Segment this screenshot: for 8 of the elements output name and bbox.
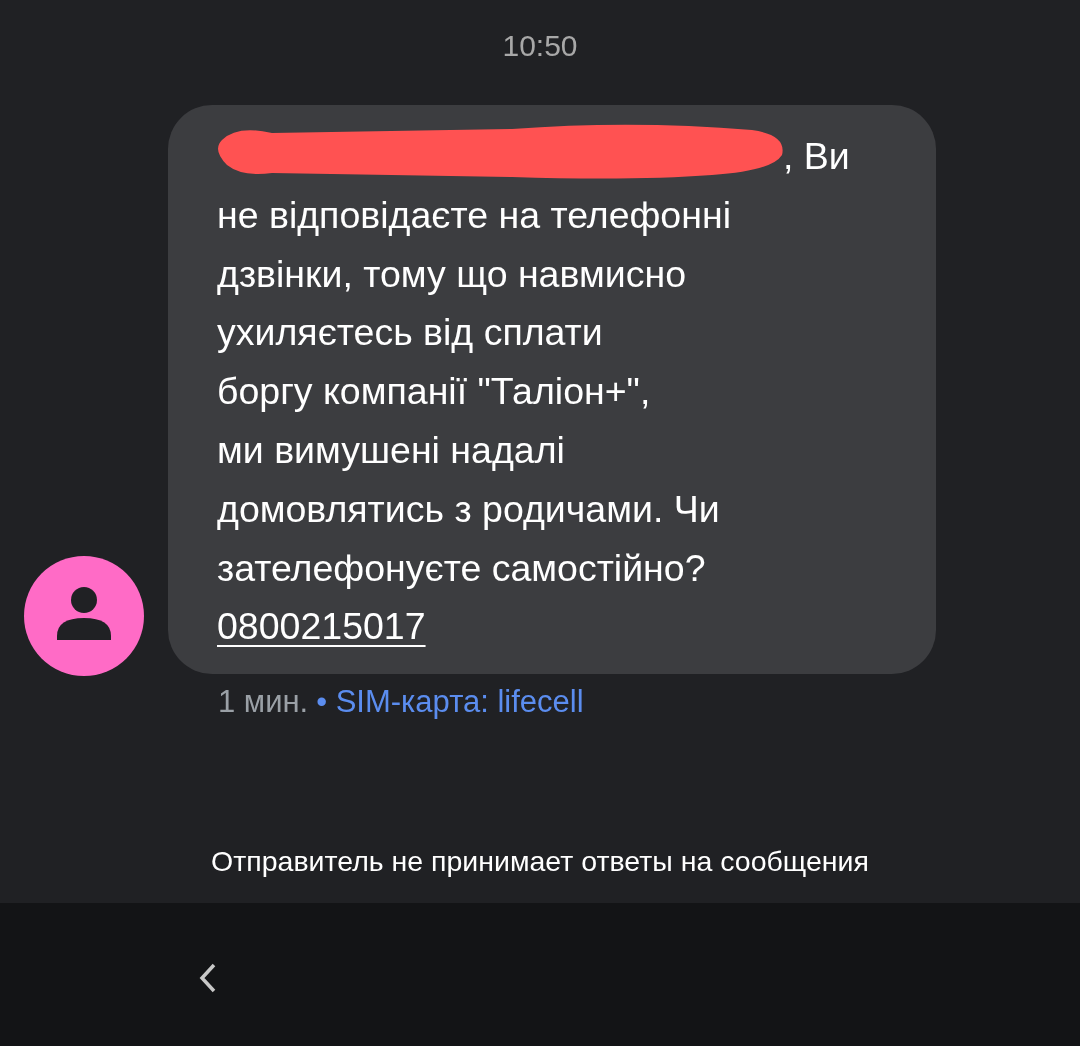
message-age: 1 мин. <box>218 684 309 720</box>
avatar-icon <box>24 556 144 677</box>
message-text: , Ви не відповідаєте на телефонні дзвінки, тому що навмисно ухиляєтесь від сплати боргу компанії "Таліон+", ми вимушені надалі домовлятись з родичами. Чи зателефонуєте самостійно? <box>217 134 851 591</box>
sim-label: • SIM-карта: lifecell <box>316 684 584 720</box>
back-icon[interactable] <box>198 962 218 994</box>
phone-link[interactable]: 0800215017 <box>217 597 426 657</box>
reply-disabled-notice: Отправитель не принимает ответы на сообщения <box>211 844 869 879</box>
timestamp: 10:50 <box>502 28 578 64</box>
